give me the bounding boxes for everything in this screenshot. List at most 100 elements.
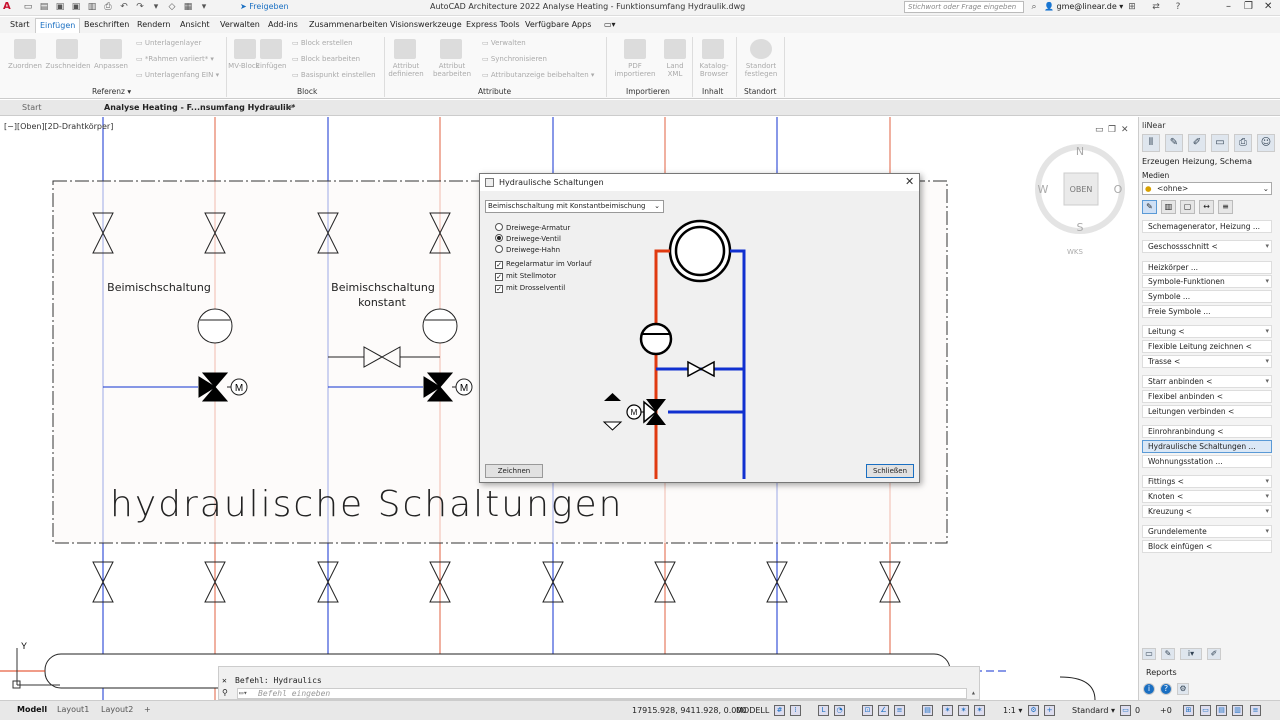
palette-item[interactable]: Flexible Leitung zeichnen < — [1142, 340, 1272, 353]
properties-icon[interactable]: ▤ — [1216, 705, 1227, 716]
doc-tab-drawing[interactable]: Analyse Heating - F...nsumfang Hydraulik… — [104, 103, 295, 112]
tab-add-ins[interactable]: Add-ins — [268, 20, 298, 29]
tab-zusammenarbeiten[interactable]: Zusammenarbeiten — [309, 20, 388, 29]
palette-item[interactable]: Freie Symbole ... — [1142, 305, 1272, 318]
chevron-down-icon[interactable]: ▾ — [1265, 326, 1269, 337]
close-button[interactable]: Schließen — [866, 464, 914, 478]
quick-access-more-icon[interactable]: ▾ — [198, 1, 210, 13]
viewport-restore-icon[interactable]: ❐ — [1108, 125, 1116, 135]
palette-item[interactable]: Geschossschnitt < ▾ — [1142, 240, 1272, 253]
land-xml-button[interactable]: Land XML — [660, 62, 690, 78]
tab-express-tools[interactable]: Express Tools — [466, 20, 520, 29]
insert-block-button[interactable]: Einfügen — [254, 62, 288, 70]
annotation-scale[interactable]: 1:1 ▾ — [1003, 706, 1022, 715]
snap-icon[interactable]: ⁞ — [790, 705, 801, 716]
palette-item[interactable]: Trasse < ▾ — [1142, 355, 1272, 368]
frame-varies-button[interactable]: ▭ *Rahmen variiert* ▾ — [136, 55, 214, 63]
edit-attribute-button[interactable]: Attribut bearbeiten — [430, 62, 474, 78]
print-tool-icon[interactable]: ⎙ — [1234, 134, 1252, 152]
marker-icon[interactable]: i▾ — [1180, 648, 1202, 660]
checkbox[interactable]: ✓ — [495, 261, 503, 269]
layout-tab-layout2[interactable]: Layout2 — [101, 705, 133, 714]
clip-icon[interactable] — [56, 39, 78, 59]
doc-tab-close-icon[interactable]: ✕ — [270, 103, 277, 112]
checkbox[interactable]: ✓ — [495, 273, 503, 281]
quick-props-icon[interactable]: ▥ — [1232, 705, 1243, 716]
layout-tab-layout1[interactable]: Layout1 — [57, 705, 89, 714]
erase-icon[interactable]: ✐ — [1207, 648, 1221, 660]
chevron-down-icon[interactable]: ▾ — [1265, 491, 1269, 502]
workspace-icon[interactable]: ▾ — [150, 1, 162, 13]
redo-icon[interactable]: ↷ — [134, 1, 146, 13]
annotation-visibility-icon[interactable]: ✶ — [942, 705, 953, 716]
radiator-tool-icon[interactable]: ⫴ — [1142, 134, 1160, 152]
command-customize-icon[interactable]: ⚲ — [222, 688, 228, 697]
palette-item[interactable]: Leitung < ▾ — [1142, 325, 1272, 338]
palette-item[interactable]: Heizkörper ... — [1142, 261, 1272, 274]
person-tool-icon[interactable]: ☺ — [1257, 134, 1275, 152]
attach-icon[interactable] — [14, 39, 36, 59]
create-block-button[interactable]: ▭ Block erstellen — [292, 39, 353, 47]
palette-item[interactable]: Block einfügen < — [1142, 540, 1272, 553]
chevron-down-icon[interactable]: ▾ — [1265, 476, 1269, 487]
user-account[interactable]: 👤 gme@linear.de ▾ — [1044, 2, 1123, 11]
palette-item[interactable]: Hydraulische Schaltungen ... — [1142, 440, 1272, 453]
autocad-logo-icon[interactable]: A — [3, 1, 11, 12]
osnap-track-icon[interactable]: ∠ — [878, 705, 889, 716]
open-folder-icon[interactable]: ▤ — [38, 1, 50, 13]
insert-block-icon[interactable] — [260, 39, 282, 59]
osnap-icon[interactable]: ⊡ — [862, 705, 873, 716]
tab-verfuegbare-apps[interactable]: Verfügbare Apps — [525, 20, 591, 29]
settings-gear-icon[interactable]: ⚙ — [1177, 683, 1189, 695]
web-mobile-icon[interactable]: ▥ — [86, 1, 98, 13]
window-icon[interactable]: ▭ — [1142, 648, 1156, 660]
define-attribute-icon[interactable] — [394, 39, 416, 59]
help-icon[interactable]: ? — [1160, 683, 1172, 695]
annotation-auto-icon[interactable]: ✶ — [974, 705, 985, 716]
customize-icon[interactable]: ≡ — [1250, 705, 1261, 716]
ortho-icon[interactable]: L — [818, 705, 829, 716]
tab-verwalten[interactable]: Verwalten — [220, 20, 260, 29]
palette-item[interactable]: Symbole-Funktionen ▾ — [1142, 275, 1272, 288]
palette-item[interactable]: Kreuzung < ▾ — [1142, 505, 1272, 518]
palette-item[interactable]: Flexibel anbinden < — [1142, 390, 1272, 403]
manage-attribute-button[interactable]: ▭ Verwalten — [482, 39, 526, 47]
palette-item[interactable]: Knoten < ▾ — [1142, 490, 1272, 503]
chevron-down-icon[interactable]: ▾ — [1265, 526, 1269, 537]
style-select[interactable]: Standard ▾ — [1072, 706, 1115, 715]
command-close-icon[interactable]: ✕ — [222, 676, 227, 685]
ribbon-minimize-icon[interactable]: ▭▾ — [604, 20, 616, 29]
dialog-title-bar[interactable]: Hydraulische Schaltungen ✕ — [480, 174, 919, 191]
radio-button[interactable] — [495, 234, 503, 242]
mv-block-icon[interactable] — [234, 39, 256, 59]
dimension-mode-icon[interactable]: ↔ — [1199, 200, 1214, 214]
save-as-icon[interactable]: ▣ — [70, 1, 82, 13]
model-space-toggle[interactable]: MODELL — [736, 706, 769, 715]
viewcube-south[interactable]: S — [1077, 221, 1084, 234]
define-attribute-button[interactable]: Attribut definieren — [386, 62, 426, 78]
chevron-down-icon[interactable]: ▾ — [1265, 376, 1269, 387]
palette-item[interactable]: Wohnungsstation ... — [1142, 455, 1272, 468]
isolate-icon[interactable]: ▭ — [1120, 705, 1131, 716]
checkbox-drosselventil[interactable]: ✓ mit Drosselventil — [495, 283, 565, 293]
command-expand-icon[interactable]: ▴ — [971, 688, 976, 697]
viewcube-face-top[interactable]: OBEN — [1070, 185, 1093, 194]
attribute-display-button[interactable]: ▭ Attributanzeige beibehalten ▾ — [482, 71, 594, 79]
catalog-browser-button[interactable]: Katalog-Browser — [694, 62, 734, 78]
layer-icon[interactable]: ▦ — [182, 1, 194, 13]
underlay-layers-button[interactable]: ▭ Unterlagenlayer — [136, 39, 201, 47]
doc-tab-start[interactable]: Start — [22, 103, 42, 112]
checkbox-stellmotor[interactable]: ✓ mit Stellmotor — [495, 271, 556, 281]
workspace-gear-icon[interactable]: ⚙ — [1028, 705, 1039, 716]
command-input[interactable]: Befehl eingeben — [237, 688, 967, 699]
polar-icon[interactable]: ◔ — [834, 705, 845, 716]
chevron-down-icon[interactable]: ▾ — [1265, 241, 1269, 252]
draw-tool-icon[interactable]: ✐ — [1188, 134, 1206, 152]
annotation-scale-icon[interactable]: ✶ — [958, 705, 969, 716]
viewcube-north[interactable]: N — [1076, 145, 1084, 158]
chevron-down-icon[interactable]: ▾ — [1265, 356, 1269, 367]
grid-mode-icon[interactable]: ▥ — [1161, 200, 1176, 214]
add-layout-icon[interactable]: + — [144, 705, 151, 714]
lineweight-icon[interactable]: ≡ — [894, 705, 905, 716]
underlay-snap-button[interactable]: ▭ Unterlagenfang EIN ▾ — [136, 71, 219, 79]
